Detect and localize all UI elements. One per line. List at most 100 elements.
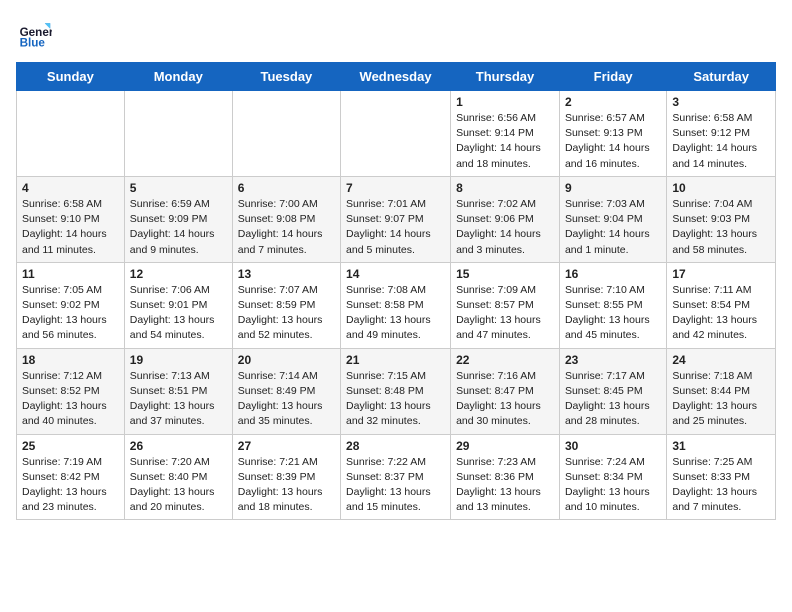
calendar-cell bbox=[232, 91, 340, 177]
day-number: 1 bbox=[456, 95, 554, 109]
svg-text:Blue: Blue bbox=[20, 37, 46, 50]
col-header-tuesday: Tuesday bbox=[232, 63, 340, 91]
day-number: 16 bbox=[565, 267, 661, 281]
col-header-saturday: Saturday bbox=[667, 63, 776, 91]
calendar-cell: 16Sunrise: 7:10 AM Sunset: 8:55 PM Dayli… bbox=[559, 262, 666, 348]
calendar-cell: 20 Sunrise: 7:14 AM Sunset: 8:49 PM Dayli… bbox=[232, 348, 340, 434]
day-number: 10 bbox=[672, 181, 770, 195]
calendar-cell: 19 Sunrise: 7:13 AM Sunset: 8:51 PM Dayli… bbox=[124, 348, 232, 434]
day-number: 4 bbox=[22, 181, 119, 195]
calendar-cell: 6 Sunrise: 7:00 AM Sunset: 9:08 PM Daylig… bbox=[232, 176, 340, 262]
day-number: 29 bbox=[456, 439, 554, 453]
day-number: 20 bbox=[238, 353, 335, 367]
calendar-cell: 12 Sunrise: 7:06 AM Sunset: 9:01 PM Dayli… bbox=[124, 262, 232, 348]
calendar-cell: 14 Sunrise: 7:08 AM Sunset: 8:58 PM Dayli… bbox=[341, 262, 451, 348]
day-number: 21 bbox=[346, 353, 445, 367]
day-number: 11 bbox=[22, 267, 119, 281]
calendar-cell bbox=[341, 91, 451, 177]
calendar-cell: 11 Sunrise: 7:05 AM Sunset: 9:02 PM Dayli… bbox=[17, 262, 125, 348]
calendar-cell: 2Sunrise: 6:57 AM Sunset: 9:13 PM Daylig… bbox=[559, 91, 666, 177]
calendar-week-4: 18 Sunrise: 7:12 AM Sunset: 8:52 PM Dayli… bbox=[17, 348, 776, 434]
day-content: Sunrise: 7:12 AM Sunset: 8:52 PM Dayligh… bbox=[22, 369, 119, 430]
calendar-cell: 23Sunrise: 7:17 AM Sunset: 8:45 PM Dayli… bbox=[559, 348, 666, 434]
day-content: Sunrise: 6:57 AM Sunset: 9:13 PM Dayligh… bbox=[565, 111, 661, 172]
day-number: 24 bbox=[672, 353, 770, 367]
calendar-table: SundayMondayTuesdayWednesdayThursdayFrid… bbox=[16, 62, 776, 520]
day-content: Sunrise: 7:00 AM Sunset: 9:08 PM Dayligh… bbox=[238, 197, 335, 258]
calendar-week-3: 11 Sunrise: 7:05 AM Sunset: 9:02 PM Dayli… bbox=[17, 262, 776, 348]
day-content: Sunrise: 7:23 AM Sunset: 8:36 PM Dayligh… bbox=[456, 455, 554, 516]
day-content: Sunrise: 7:18 AM Sunset: 8:44 PM Dayligh… bbox=[672, 369, 770, 430]
day-content: Sunrise: 7:13 AM Sunset: 8:51 PM Dayligh… bbox=[130, 369, 227, 430]
day-content: Sunrise: 6:56 AM Sunset: 9:14 PM Dayligh… bbox=[456, 111, 554, 172]
calendar-cell: 21 Sunrise: 7:15 AM Sunset: 8:48 PM Dayli… bbox=[341, 348, 451, 434]
calendar-cell: 27 Sunrise: 7:21 AM Sunset: 8:39 PM Dayli… bbox=[232, 434, 340, 520]
day-number: 22 bbox=[456, 353, 554, 367]
calendar-cell: 15 Sunrise: 7:09 AM Sunset: 8:57 PM Dayli… bbox=[451, 262, 560, 348]
calendar-cell: 18 Sunrise: 7:12 AM Sunset: 8:52 PM Dayli… bbox=[17, 348, 125, 434]
calendar-cell: 25 Sunrise: 7:19 AM Sunset: 8:42 PM Dayli… bbox=[17, 434, 125, 520]
day-number: 25 bbox=[22, 439, 119, 453]
day-content: Sunrise: 7:11 AM Sunset: 8:54 PM Dayligh… bbox=[672, 283, 770, 344]
calendar-cell bbox=[17, 91, 125, 177]
day-number: 6 bbox=[238, 181, 335, 195]
calendar-cell: 5 Sunrise: 6:59 AM Sunset: 9:09 PM Daylig… bbox=[124, 176, 232, 262]
day-content: Sunrise: 7:24 AM Sunset: 8:34 PM Dayligh… bbox=[565, 455, 661, 516]
day-number: 14 bbox=[346, 267, 445, 281]
day-number: 7 bbox=[346, 181, 445, 195]
day-content: Sunrise: 7:14 AM Sunset: 8:49 PM Dayligh… bbox=[238, 369, 335, 430]
calendar-cell: 9 Sunrise: 7:03 AM Sunset: 9:04 PM Daylig… bbox=[559, 176, 666, 262]
day-content: Sunrise: 7:21 AM Sunset: 8:39 PM Dayligh… bbox=[238, 455, 335, 516]
day-number: 5 bbox=[130, 181, 227, 195]
day-number: 27 bbox=[238, 439, 335, 453]
day-content: Sunrise: 7:19 AM Sunset: 8:42 PM Dayligh… bbox=[22, 455, 119, 516]
day-content: Sunrise: 7:16 AM Sunset: 8:47 PM Dayligh… bbox=[456, 369, 554, 430]
day-number: 18 bbox=[22, 353, 119, 367]
day-number: 28 bbox=[346, 439, 445, 453]
day-number: 30 bbox=[565, 439, 661, 453]
col-header-friday: Friday bbox=[559, 63, 666, 91]
day-content: Sunrise: 7:06 AM Sunset: 9:01 PM Dayligh… bbox=[130, 283, 227, 344]
day-content: Sunrise: 7:25 AM Sunset: 8:33 PM Dayligh… bbox=[672, 455, 770, 516]
calendar-cell: 26Sunrise: 7:20 AM Sunset: 8:40 PM Dayli… bbox=[124, 434, 232, 520]
calendar-cell: 24 Sunrise: 7:18 AM Sunset: 8:44 PM Dayli… bbox=[667, 348, 776, 434]
day-content: Sunrise: 7:15 AM Sunset: 8:48 PM Dayligh… bbox=[346, 369, 445, 430]
day-content: Sunrise: 7:09 AM Sunset: 8:57 PM Dayligh… bbox=[456, 283, 554, 344]
calendar-cell: 1 Sunrise: 6:56 AM Sunset: 9:14 PM Daylig… bbox=[451, 91, 560, 177]
calendar-cell: 28 Sunrise: 7:22 AM Sunset: 8:37 PM Dayli… bbox=[341, 434, 451, 520]
calendar-cell: 30 Sunrise: 7:24 AM Sunset: 8:34 PM Dayli… bbox=[559, 434, 666, 520]
col-header-thursday: Thursday bbox=[451, 63, 560, 91]
calendar-week-1: 1 Sunrise: 6:56 AM Sunset: 9:14 PM Daylig… bbox=[17, 91, 776, 177]
day-number: 15 bbox=[456, 267, 554, 281]
calendar-cell: 17Sunrise: 7:11 AM Sunset: 8:54 PM Dayli… bbox=[667, 262, 776, 348]
calendar-cell: 22 Sunrise: 7:16 AM Sunset: 8:47 PM Dayli… bbox=[451, 348, 560, 434]
calendar-cell: 10 Sunrise: 7:04 AM Sunset: 9:03 PM Dayli… bbox=[667, 176, 776, 262]
day-content: Sunrise: 7:02 AM Sunset: 9:06 PM Dayligh… bbox=[456, 197, 554, 258]
day-content: Sunrise: 7:22 AM Sunset: 8:37 PM Dayligh… bbox=[346, 455, 445, 516]
logo: General Blue bbox=[16, 16, 56, 52]
day-number: 9 bbox=[565, 181, 661, 195]
calendar-week-5: 25 Sunrise: 7:19 AM Sunset: 8:42 PM Dayli… bbox=[17, 434, 776, 520]
col-header-wednesday: Wednesday bbox=[341, 63, 451, 91]
calendar-cell: 31Sunrise: 7:25 AM Sunset: 8:33 PM Dayli… bbox=[667, 434, 776, 520]
day-content: Sunrise: 6:58 AM Sunset: 9:10 PM Dayligh… bbox=[22, 197, 119, 258]
day-number: 12 bbox=[130, 267, 227, 281]
day-number: 19 bbox=[130, 353, 227, 367]
day-content: Sunrise: 7:05 AM Sunset: 9:02 PM Dayligh… bbox=[22, 283, 119, 344]
day-number: 26 bbox=[130, 439, 227, 453]
calendar-cell bbox=[124, 91, 232, 177]
day-content: Sunrise: 7:01 AM Sunset: 9:07 PM Dayligh… bbox=[346, 197, 445, 258]
day-content: Sunrise: 7:07 AM Sunset: 8:59 PM Dayligh… bbox=[238, 283, 335, 344]
day-content: Sunrise: 7:04 AM Sunset: 9:03 PM Dayligh… bbox=[672, 197, 770, 258]
calendar-cell: 8 Sunrise: 7:02 AM Sunset: 9:06 PM Daylig… bbox=[451, 176, 560, 262]
day-number: 13 bbox=[238, 267, 335, 281]
day-content: Sunrise: 6:58 AM Sunset: 9:12 PM Dayligh… bbox=[672, 111, 770, 172]
calendar-cell: 4 Sunrise: 6:58 AM Sunset: 9:10 PM Daylig… bbox=[17, 176, 125, 262]
day-content: Sunrise: 7:08 AM Sunset: 8:58 PM Dayligh… bbox=[346, 283, 445, 344]
day-content: Sunrise: 7:03 AM Sunset: 9:04 PM Dayligh… bbox=[565, 197, 661, 258]
day-content: Sunrise: 7:17 AM Sunset: 8:45 PM Dayligh… bbox=[565, 369, 661, 430]
page-header: General Blue bbox=[16, 16, 776, 52]
logo-icon: General Blue bbox=[16, 16, 52, 52]
day-number: 8 bbox=[456, 181, 554, 195]
day-content: Sunrise: 6:59 AM Sunset: 9:09 PM Dayligh… bbox=[130, 197, 227, 258]
